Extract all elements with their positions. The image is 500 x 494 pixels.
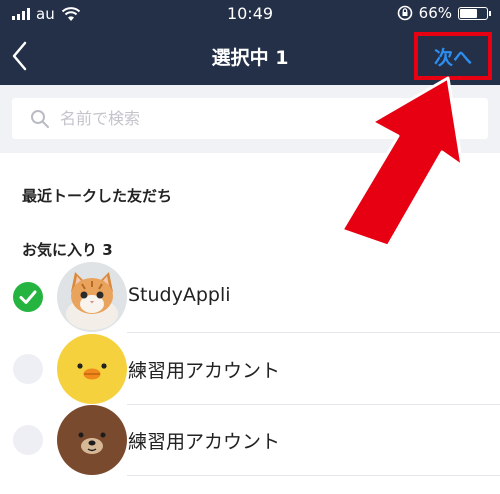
friend-row[interactable]: 練習用アカウント: [0, 405, 500, 475]
friend-name: StudyAppli: [128, 284, 231, 306]
avatar-kitten: [57, 262, 127, 332]
avatar-brown-bear: [57, 405, 127, 475]
favorites-heading: お気に入り 3: [22, 241, 113, 259]
check-icon[interactable]: [13, 282, 43, 312]
friend-row[interactable]: StudyAppli: [0, 262, 500, 332]
unchecked-circle-icon[interactable]: [13, 425, 43, 455]
recent-friends-heading: 最近トークした友だち: [22, 187, 173, 205]
status-bar: au 10:49 66%: [0, 0, 500, 28]
next-button-label: 次へ: [433, 46, 472, 69]
unchecked-circle-icon[interactable]: [13, 354, 43, 384]
battery-icon: [458, 6, 491, 20]
battery-fill: [460, 8, 477, 18]
status-right: 66%: [397, 4, 491, 22]
red-pointer-arrow-icon: [340, 76, 464, 248]
search-icon: [31, 109, 49, 128]
avatar-yellow-chick: [57, 334, 127, 404]
row-divider: [127, 332, 500, 333]
rotation-lock-icon: [397, 5, 412, 21]
friend-name: 練習用アカウント: [128, 431, 281, 453]
friend-row[interactable]: 練習用アカウント: [0, 334, 500, 404]
battery-percent: 66%: [418, 4, 452, 22]
row-divider: [127, 475, 500, 476]
friend-name: 練習用アカウント: [128, 360, 281, 382]
